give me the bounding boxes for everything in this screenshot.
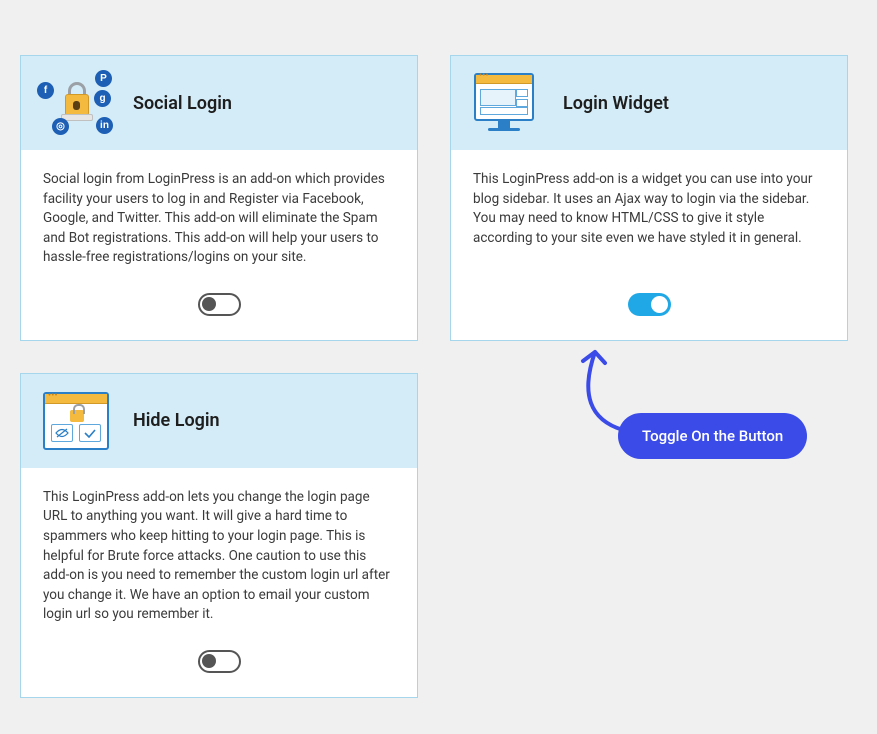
card-login-widget: Login Widget This LoginPress add-on is a… [450,55,848,341]
toggle-social-login[interactable] [198,293,241,316]
facebook-icon: f [37,82,54,99]
card-header: Hide Login [21,374,417,468]
google-icon: g [94,90,111,107]
card-title: Login Widget [563,93,669,114]
card-header: Login Widget [451,56,847,150]
toggle-login-widget[interactable] [628,293,671,316]
card-body: This LoginPress add-on is a widget you c… [451,150,847,340]
card-header: P f g ◎ in Social Login [21,56,417,150]
card-description: Social login from LoginPress is an add-o… [43,170,395,268]
pinterest-icon: P [95,70,112,87]
login-widget-icon [467,68,545,138]
card-description: This LoginPress add-on lets you change t… [43,488,395,625]
social-login-icon: P f g ◎ in [37,68,115,138]
linkedin-icon: in [96,117,113,134]
toggle-wrapper [43,650,395,675]
card-hide-login: Hide Login This LoginPress add-on lets y… [20,373,418,698]
instagram-icon: ◎ [52,118,69,135]
callout-toggle-hint: Toggle On the Button [618,413,807,459]
card-social-login: P f g ◎ in Social Login Social login fro… [20,55,418,341]
card-description: This LoginPress add-on is a widget you c… [473,170,825,248]
card-title: Hide Login [133,410,220,431]
toggle-wrapper [473,293,825,318]
hide-login-icon [37,386,115,456]
card-title: Social Login [133,93,232,114]
eye-slash-icon [51,424,73,442]
toggle-hide-login[interactable] [198,650,241,673]
check-icon [79,424,101,442]
card-body: This LoginPress add-on lets you change t… [21,468,417,697]
toggle-wrapper [43,293,395,318]
card-body: Social login from LoginPress is an add-o… [21,150,417,340]
